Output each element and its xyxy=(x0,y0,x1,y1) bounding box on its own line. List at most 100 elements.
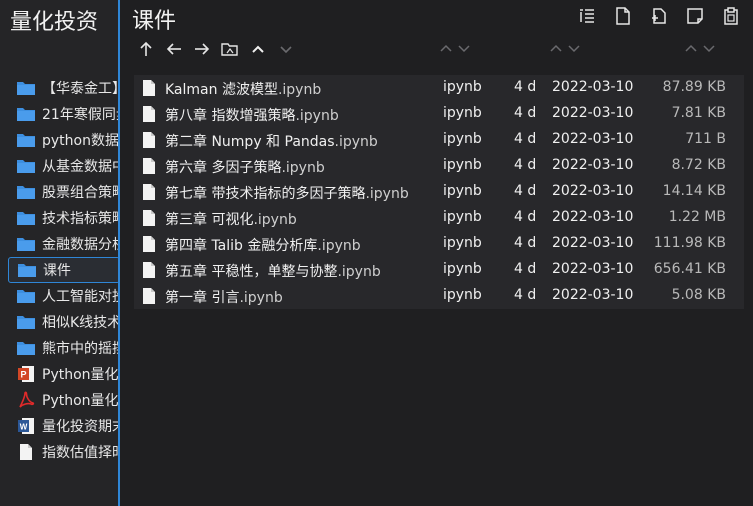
parent-list-item[interactable]: 课件 xyxy=(8,257,120,283)
file-row[interactable]: 第八章 指数增强策略.ipynb ipynb 4 d 2022-03-10 7.81 K… xyxy=(134,101,744,127)
file-age: 4 d xyxy=(514,105,537,121)
file-extension: .ipynb xyxy=(239,290,283,306)
file-row[interactable]: 第五章 平稳性，单整与协整.ipynb ipynb 4 d 2022-03-10 656… xyxy=(134,257,744,283)
folder-icon xyxy=(17,261,37,279)
parent-list-item[interactable]: 指数估值择时 xyxy=(8,439,120,465)
parent-list-item[interactable]: 21年寒假同步 xyxy=(8,101,120,127)
file-date: 2022-03-10 xyxy=(552,183,634,199)
parent-list-item[interactable]: Python量化交 xyxy=(8,387,120,413)
file-row[interactable]: 第二章 Numpy 和 Pandas.ipynb ipynb 4 d 2022-03-… xyxy=(134,127,744,153)
file-basename: 第三章 可视化 xyxy=(165,212,254,228)
file-size: 8.72 KB xyxy=(671,157,726,173)
parent-list-item[interactable]: 股票组合策略 xyxy=(8,179,120,205)
parent-list-item-label: Python量化交 xyxy=(42,393,120,409)
file-extension: .ipynb xyxy=(365,186,409,202)
file-name: 第一章 引言.ipynb xyxy=(165,287,283,307)
sort-descending-icon[interactable] xyxy=(703,40,715,56)
parent-list-item-label: 从基金数据中 xyxy=(42,159,120,175)
file-list: Kalman 滤波模型.ipynb ipynb 4 d 2022-03-10 87.89… xyxy=(134,75,744,309)
file-icon xyxy=(142,183,156,201)
file-basename: 第一章 引言 xyxy=(165,290,240,306)
file-icon xyxy=(142,131,156,149)
file-basename: 第七章 带技术指标的多因子策略 xyxy=(165,186,366,202)
note-icon[interactable] xyxy=(685,6,705,26)
file-row[interactable]: 第四章 Talib 金融分析库.ipynb ipynb 4 d 2022-03-10 1… xyxy=(134,231,744,257)
file-row[interactable]: 第一章 引言.ipynb ipynb 4 d 2022-03-10 5.08 KB xyxy=(134,283,744,309)
file-extension: .ipynb xyxy=(334,134,378,150)
file-age: 4 d xyxy=(514,235,537,251)
file-name: 第五章 平稳性，单整与协整.ipynb xyxy=(165,261,381,281)
new-file-icon[interactable] xyxy=(613,6,633,26)
file-date: 2022-03-10 xyxy=(552,105,634,121)
folder-icon xyxy=(16,79,36,97)
current-panel: 课件 Kalman 滤波模型.ipynb ipynb 4 d 2022-03-1… xyxy=(118,0,753,506)
sort-descending-icon[interactable] xyxy=(568,40,580,56)
parent-list-item[interactable]: 【华泰金工】 xyxy=(8,75,120,101)
paste-icon[interactable] xyxy=(721,6,741,26)
chevron-up-icon[interactable] xyxy=(248,38,268,60)
file-type: ipynb xyxy=(443,287,482,303)
file-name: 第六章 多因子策略.ipynb xyxy=(165,157,325,177)
svg-text:W: W xyxy=(20,423,28,432)
parent-folder-list: 【华泰金工】 21年寒假同步 python数据分从基金数据中股票组合策略技术指标策略… xyxy=(8,75,120,465)
open-folder-icon[interactable] xyxy=(220,38,240,60)
file-icon xyxy=(142,261,156,279)
sort-ascending-icon[interactable] xyxy=(440,40,452,56)
powerpoint-icon: P xyxy=(16,365,36,383)
file-type: ipynb xyxy=(443,131,482,147)
parent-list-item[interactable]: P Python量化交 xyxy=(8,361,120,387)
file-size: 711 B xyxy=(685,131,726,147)
file-name: 第八章 指数增强策略.ipynb xyxy=(165,105,339,125)
file-size: 1.22 MB xyxy=(668,209,726,225)
file-extension: .ipynb xyxy=(277,82,322,98)
folder-icon xyxy=(16,313,36,331)
parent-list-item-label: 熊市中的摇摆 xyxy=(42,341,120,357)
file-type: ipynb xyxy=(443,235,482,251)
file-icon xyxy=(142,79,156,97)
parent-list-item[interactable]: 人工智能对投 xyxy=(8,283,120,309)
up-arrow-icon[interactable] xyxy=(136,38,156,60)
new-folder-icon[interactable] xyxy=(649,6,669,26)
file-icon xyxy=(142,287,156,305)
parent-list-item-label: 股票组合策略 xyxy=(42,185,120,201)
file-name: Kalman 滤波模型.ipynb xyxy=(165,79,321,99)
folder-icon xyxy=(16,287,36,305)
back-arrow-icon[interactable] xyxy=(164,38,184,60)
sort-ascending-icon[interactable] xyxy=(550,40,562,56)
parent-list-item-label: 指数估值择时 xyxy=(42,445,120,461)
folder-icon xyxy=(16,339,36,357)
file-date: 2022-03-10 xyxy=(552,261,634,277)
file-row[interactable]: 第三章 可视化.ipynb ipynb 4 d 2022-03-10 1.22 MB xyxy=(134,205,744,231)
file-row[interactable]: 第六章 多因子策略.ipynb ipynb 4 d 2022-03-10 8.72 KB xyxy=(134,153,744,179)
forward-arrow-icon[interactable] xyxy=(192,38,212,60)
list-view-icon[interactable] xyxy=(577,6,597,26)
chevron-down-icon[interactable] xyxy=(276,38,296,60)
parent-list-item[interactable]: 金融数据分析 xyxy=(8,231,120,257)
date-sort-controls xyxy=(550,40,580,56)
file-extension: .ipynb xyxy=(253,212,297,228)
parent-list-item[interactable]: 从基金数据中 xyxy=(8,153,120,179)
file-icon xyxy=(16,443,36,461)
file-date: 2022-03-10 xyxy=(552,287,634,303)
folder-icon xyxy=(16,209,36,227)
parent-list-item-label: 金融数据分析 xyxy=(42,237,120,253)
file-age: 4 d xyxy=(514,131,537,147)
parent-list-item[interactable]: 熊市中的摇摆 xyxy=(8,335,120,361)
file-name: 第七章 带技术指标的多因子策略.ipynb xyxy=(165,183,409,203)
parent-list-item-label: 量化投资期末 xyxy=(42,419,120,435)
file-size: 656.41 KB xyxy=(653,261,726,277)
file-name: 第二章 Numpy 和 Pandas.ipynb xyxy=(165,131,378,151)
current-panel-title: 课件 xyxy=(132,9,177,34)
file-row[interactable]: Kalman 滤波模型.ipynb ipynb 4 d 2022-03-10 87.89… xyxy=(134,75,744,101)
sort-ascending-icon[interactable] xyxy=(685,40,697,56)
file-size: 14.14 KB xyxy=(662,183,726,199)
file-date: 2022-03-10 xyxy=(552,157,634,173)
parent-list-item[interactable]: W 量化投资期末 xyxy=(8,413,120,439)
sort-descending-icon[interactable] xyxy=(458,40,470,56)
file-row[interactable]: 第七章 带技术指标的多因子策略.ipynb ipynb 4 d 2022-03-10 1… xyxy=(134,179,744,205)
parent-list-item[interactable]: python数据分 xyxy=(8,127,120,153)
parent-list-item[interactable]: 相似K线技术 xyxy=(8,309,120,335)
file-icon xyxy=(142,157,156,175)
parent-list-item[interactable]: 技术指标策略 xyxy=(8,205,120,231)
file-extension: .ipynb xyxy=(281,160,325,176)
